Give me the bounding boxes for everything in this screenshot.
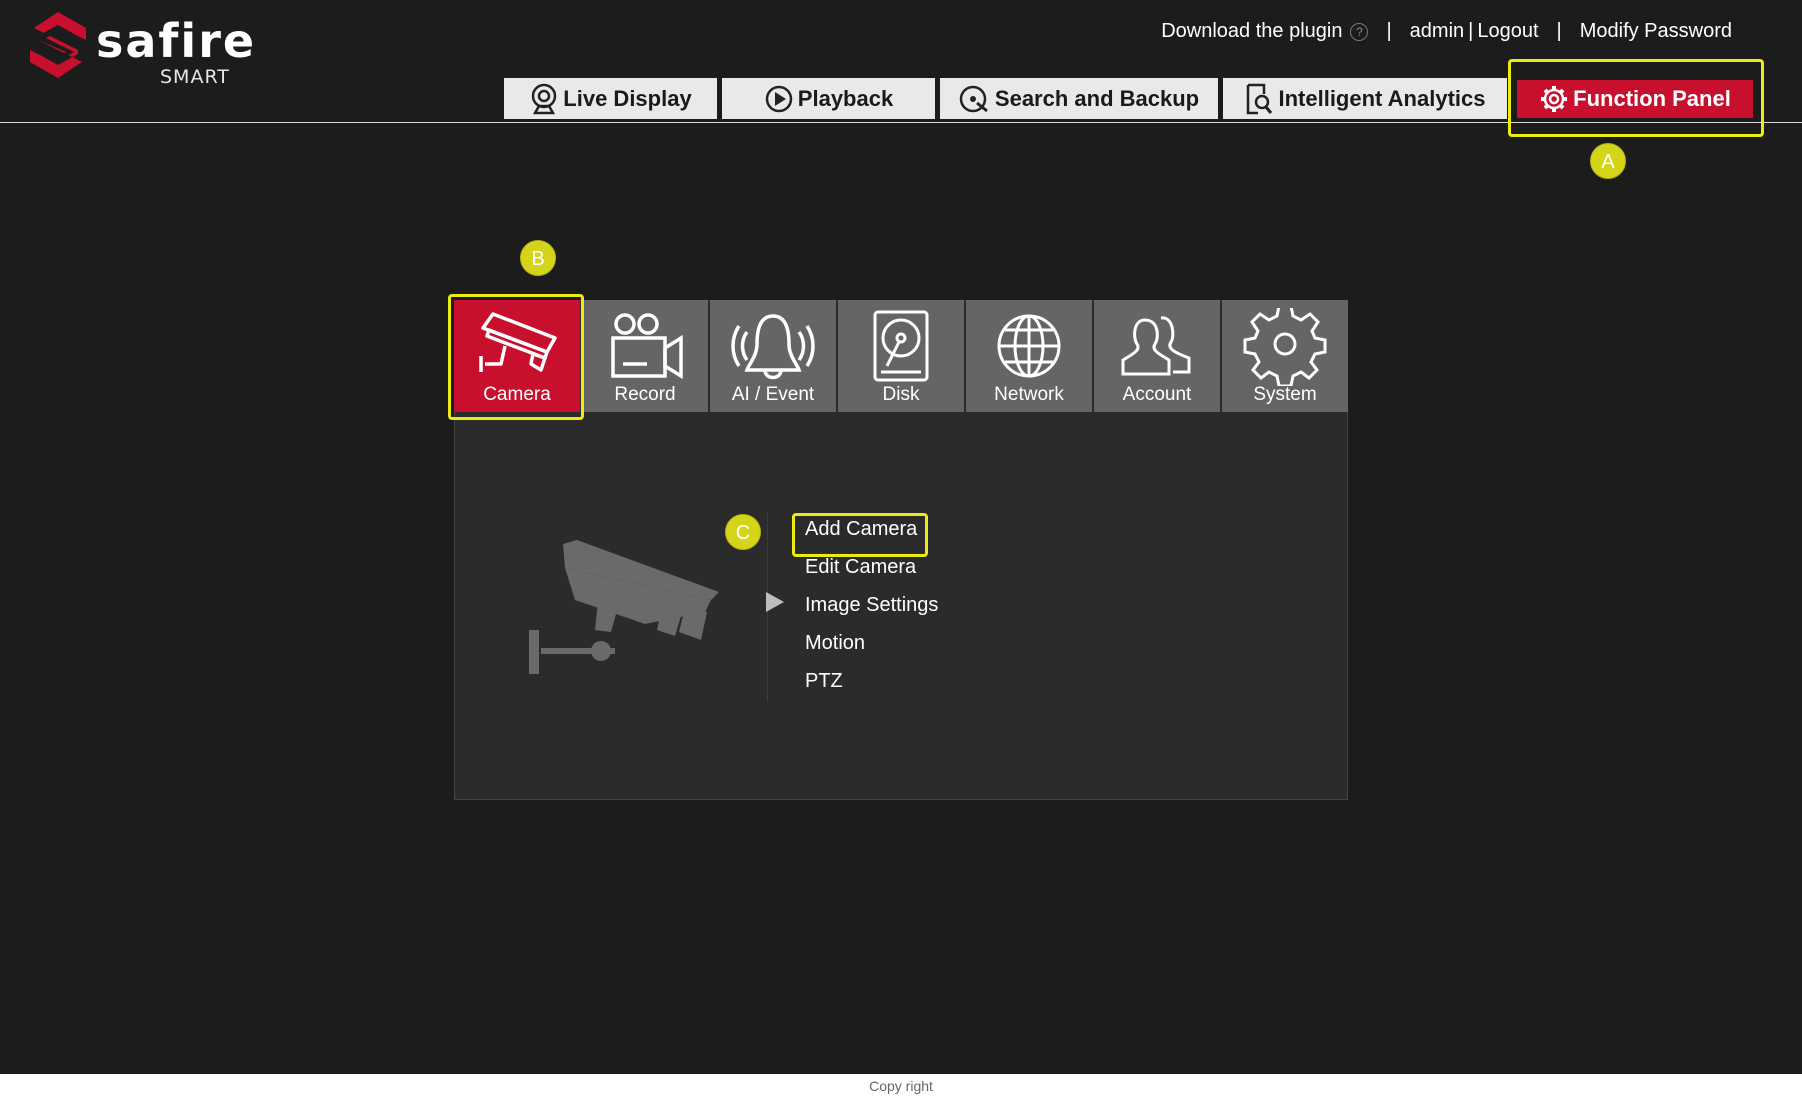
footer: Copy right [0,1074,1802,1098]
gear-icon [1541,86,1568,112]
globe-icon [997,314,1061,378]
annotation-badge-c: C [725,514,761,550]
bell-icon [731,314,815,380]
module-label: Disk [882,384,920,405]
module-label: System [1253,384,1317,405]
hard-disk-icon [873,310,929,382]
module-disk[interactable]: Disk [838,300,964,412]
module-ai-event[interactable]: AI / Event [710,300,836,412]
users-icon [1121,316,1191,376]
tab-label: Search and Backup [994,85,1200,111]
user-separator: | [1468,20,1474,42]
module-account[interactable]: Account [1094,300,1220,412]
module-label: Camera [483,384,551,405]
logout-link[interactable]: Logout [1477,20,1538,43]
username: admin [1409,20,1465,42]
annotation-badge-b: B [520,240,556,276]
separator: | [1386,20,1392,42]
page: safire SMART Download the plugin ? | adm… [0,0,1802,1098]
tab-label: Intelligent Analytics [1278,85,1486,111]
menu-item-ptz[interactable]: PTZ [805,670,938,708]
download-plugin-link[interactable]: Download the plugin [1161,20,1342,43]
disc-search-icon [959,85,988,112]
tab-live-display[interactable]: Live Display [504,78,717,119]
safire-s-logo-icon [30,12,86,78]
modify-password-link[interactable]: Modify Password [1580,20,1732,43]
tab-playback[interactable]: Playback [722,78,935,119]
gear-icon [1243,308,1327,386]
module-label: Record [614,384,676,405]
webcam-icon [532,83,557,114]
menu-item-add-camera[interactable]: Add Camera [805,518,938,556]
camera-illustration-icon [529,540,719,674]
menu-item-motion[interactable]: Motion [805,632,938,670]
module-label: Account [1122,384,1192,405]
tab-label: Function Panel [1573,86,1731,111]
tab-function-panel[interactable]: Function Panel [1517,80,1753,118]
module-record[interactable]: Record [582,300,708,412]
module-system[interactable]: System [1222,300,1348,412]
annotation-badge-a: A [1590,143,1626,179]
menu-item-image-settings[interactable]: Image Settings [805,594,938,632]
tab-intelligent-analytics[interactable]: Intelligent Analytics [1223,78,1507,119]
tab-label: Live Display [563,85,692,111]
module-camera[interactable]: Camera [454,300,580,412]
menu-item-edit-camera[interactable]: Edit Camera [805,556,938,594]
selected-arrow-icon [766,592,784,612]
top-links: Download the plugin ? | admin | Logout |… [1161,20,1732,43]
play-circle-icon [765,85,793,112]
brand-name: safire [96,14,257,68]
cctv-camera-icon [479,312,557,372]
tab-label: Playback [797,85,894,111]
document-search-icon [1247,83,1273,114]
brand-sub: SMART [160,66,230,88]
video-camera-icon [611,313,683,380]
separator: | [1556,20,1562,42]
module-network[interactable]: Network [966,300,1092,412]
tab-search-and-backup[interactable]: Search and Backup [940,78,1218,119]
safire-logo: safire SMART [24,10,257,88]
module-label: AI / Event [731,384,815,405]
header-divider [0,122,1802,123]
camera-submenu: Add Camera Edit Camera Image Settings Mo… [805,518,938,708]
help-icon[interactable]: ? [1350,22,1369,41]
module-label: Network [994,384,1064,405]
